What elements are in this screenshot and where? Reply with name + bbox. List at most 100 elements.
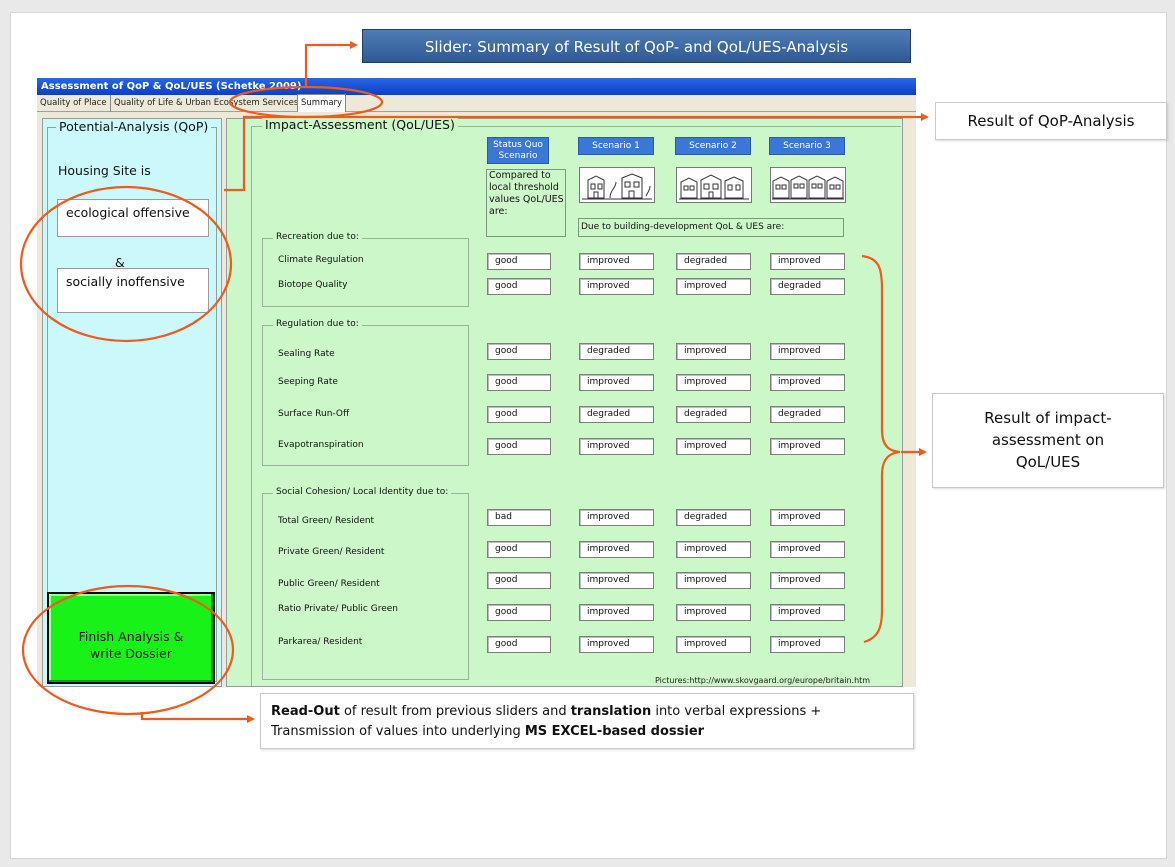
value-field[interactable]: improved [676,278,751,295]
tab-quality-of-life[interactable]: Quality of Life & Urban Ecosystem Servic… [111,95,303,112]
value-field[interactable]: improved [579,278,654,295]
impact-result-line-1: Result of impact- [984,409,1112,427]
value-field[interactable]: degraded [676,253,751,270]
value-field[interactable]: improved [579,541,654,558]
value-field[interactable]: improved [676,343,751,360]
social-result-field: socially inoffensive [57,268,209,313]
value-field[interactable]: degraded [770,278,845,295]
value-field[interactable]: improved [579,509,654,526]
impact-result-line-2: assessment on [991,431,1105,449]
value-field[interactable]: improved [579,604,654,621]
value-field[interactable]: good [487,438,551,455]
ecological-result-field: ecological offensive [57,199,209,237]
status-quo-header-line1: Status Quo [493,140,543,150]
value-field[interactable]: degraded [579,406,654,423]
value-field[interactable]: improved [676,572,751,589]
row-label: Climate Regulation [278,255,364,265]
value-field[interactable]: degraded [770,406,845,423]
readout-text-3: Transmission of values into underlying [271,724,525,739]
row-label: Parkarea/ Resident [278,637,363,647]
value-field[interactable]: improved [676,541,751,558]
value-field[interactable]: good [487,278,551,295]
readout-bold-2: translation [570,704,652,719]
impact-legend: Impact-Assessment (QoL/UES) [262,117,458,132]
scenario-1-image [579,167,655,203]
value-field[interactable]: improved [579,253,654,270]
scenario-3-header: Scenario 3 [769,137,845,155]
compared-line-1: Compared to [489,170,551,181]
value-field[interactable]: degraded [676,406,751,423]
value-field[interactable]: good [487,604,551,621]
value-field[interactable]: improved [770,604,845,621]
qop-result-callout: Result of QoP-Analysis [935,102,1167,140]
tab-bar: Quality of Place Quality of Life & Urban… [37,94,916,112]
value-field[interactable]: improved [676,636,751,653]
compared-to-threshold-note: Compared to local threshold values QoL/U… [486,169,566,237]
readout-text-2: into verbal expressions + [651,704,822,719]
value-field[interactable]: improved [770,541,845,558]
row-label: Seeping Rate [278,377,338,387]
value-field[interactable]: improved [770,509,845,526]
tab-summary[interactable]: Summary [297,94,347,112]
compared-line-4: are: [489,206,508,217]
value-field[interactable]: good [487,541,551,558]
value-field[interactable]: good [487,406,551,423]
qop-legend: Potential-Analysis (QoP) [56,119,212,134]
window-title: Assessment of QoP & QoL/UES (Schetke 200… [37,78,916,95]
finish-line-2: write Dossier [89,646,172,661]
value-field[interactable]: improved [770,636,845,653]
status-quo-header-line2: Scenario [498,151,538,161]
housing-site-label: Housing Site is [58,163,151,178]
value-field[interactable]: improved [770,374,845,391]
row-label: Sealing Rate [278,349,335,359]
row-label: Public Green/ Resident [278,579,380,589]
value-field[interactable]: improved [579,636,654,653]
value-field[interactable]: improved [770,438,845,455]
finish-analysis-button[interactable]: Finish Analysis & write Dossier [47,592,215,684]
readout-bold-3: MS EXCEL-based dossier [524,724,705,739]
value-field[interactable]: improved [676,438,751,455]
status-quo-header: Status Quo Scenario [487,137,549,164]
readout-bold-1: Read-Out [271,704,340,719]
tab-quality-of-place[interactable]: Quality of Place [37,95,111,112]
row-label: Private Green/ Resident [278,547,385,557]
slider-summary-callout: Slider: Summary of Result of QoP- and Qo… [362,29,911,63]
value-field[interactable]: bad [487,509,551,526]
row-label: Biotope Quality [278,280,348,290]
value-field[interactable]: good [487,343,551,360]
value-field[interactable]: good [487,636,551,653]
row-label: Ratio Private/ Public Green [278,604,398,614]
scenario-2-header: Scenario 2 [675,137,751,155]
compared-line-2: local threshold [489,182,559,193]
social-cohesion-group-label: Social Cohesion/ Local Identity due to: [273,487,452,497]
row-label: Surface Run-Off [278,409,350,419]
compared-line-3: values QoL/UES [489,194,564,205]
value-field[interactable]: degraded [579,343,654,360]
row-label: Total Green/ Resident [278,516,375,526]
value-field[interactable]: improved [579,572,654,589]
recreation-group-label: Recreation due to: [273,232,362,242]
scenario-3-image [770,167,846,203]
readout-text-1: of result from previous sliders and [339,704,571,719]
value-field[interactable]: improved [676,604,751,621]
recreation-group [262,238,469,307]
value-field[interactable]: improved [770,343,845,360]
impact-result-line-3: QoL/UES [1015,453,1081,471]
value-field[interactable]: improved [770,572,845,589]
due-to-development-note: Due to building-development QoL & UES ar… [578,218,844,237]
readout-callout: Read-Out of result from previous sliders… [260,693,914,749]
scenario-2-image [676,167,752,203]
value-field[interactable]: improved [579,374,654,391]
value-field[interactable]: improved [676,374,751,391]
value-field[interactable]: good [487,374,551,391]
value-field[interactable]: improved [770,253,845,270]
scenario-1-header: Scenario 1 [578,137,654,155]
row-label: Evapotranspiration [278,440,364,450]
regulation-group-label: Regulation due to: [273,319,362,329]
finish-line-1: Finish Analysis & [78,629,184,644]
value-field[interactable]: good [487,253,551,270]
value-field[interactable]: good [487,572,551,589]
value-field[interactable]: improved [579,438,654,455]
value-field[interactable]: degraded [676,509,751,526]
pictures-credit: Pictures:http://www.skovgaard.org/europe… [655,676,871,685]
